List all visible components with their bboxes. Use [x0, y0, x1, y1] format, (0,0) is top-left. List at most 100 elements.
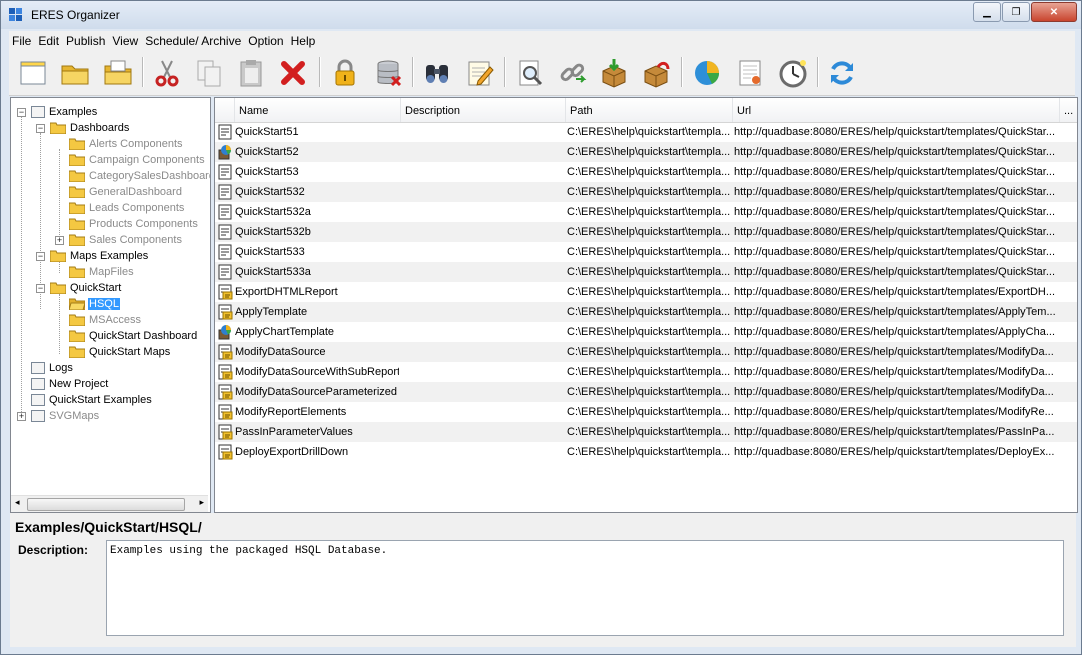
table-row[interactable]: QuickStart52 C:\ERES\help\quickstart\temp…	[215, 142, 1077, 162]
column-header-name[interactable]: Name	[235, 98, 401, 122]
table-row[interactable]: DeployExportDrillDown C:\ERES\help\quicks…	[215, 442, 1077, 462]
tree-item-new-project[interactable]: New Project	[31, 376, 109, 392]
minimize-button[interactable]: ▁	[973, 2, 1001, 22]
table-row[interactable]: QuickStart532b C:\ERES\help\quickstart\te…	[215, 222, 1077, 242]
menu-option[interactable]: Option	[245, 34, 286, 48]
menu-edit[interactable]: Edit	[35, 34, 62, 48]
folder-icon	[69, 266, 85, 278]
import-button[interactable]	[596, 55, 632, 91]
tree-item-svgmaps[interactable]: SVGMaps	[31, 408, 100, 424]
tree-item-category-sales-dashboard[interactable]: CategorySalesDashboard	[69, 168, 210, 184]
table-header: Name Description Path Url ...	[215, 98, 1077, 123]
table-row[interactable]: ModifyDataSourceParameterized C:\ERES\hel…	[215, 382, 1077, 402]
project-tree[interactable]: − Examples − Dashboards Alerts Component…	[10, 97, 211, 513]
table-row[interactable]: ExportDHTMLReport C:\ERES\help\quickstart…	[215, 282, 1077, 302]
tree-item-quickstart-dashboard[interactable]: QuickStart Dashboard	[69, 328, 198, 344]
tree-item-general-dashboard[interactable]: GeneralDashboard	[69, 184, 183, 200]
table-row[interactable]: QuickStart533a C:\ERES\help\quickstart\te…	[215, 262, 1077, 282]
tree-item-quickstart-examples[interactable]: QuickStart Examples	[31, 392, 153, 408]
preview-icon	[519, 60, 543, 86]
table-row[interactable]: ModifyReportElements C:\ERES\help\quickst…	[215, 402, 1077, 422]
menu-file[interactable]: File	[9, 34, 34, 48]
tree-item-alerts-components[interactable]: Alerts Components	[69, 136, 184, 152]
tree-item-quickstart[interactable]: QuickStart	[50, 280, 122, 296]
open-button[interactable]	[57, 55, 93, 91]
tree-horizontal-scrollbar[interactable]: ◂ ▸	[11, 495, 208, 512]
path-cell: C:\ERES\help\quickstart\templa...	[567, 426, 731, 438]
chart-template-icon	[217, 144, 233, 160]
column-header-url[interactable]: Url	[733, 98, 1060, 122]
column-header-path[interactable]: Path	[566, 98, 733, 122]
preview-button[interactable]	[512, 55, 548, 91]
table-row[interactable]: ApplyChartTemplate C:\ERES\help\quickstar…	[215, 322, 1077, 342]
tree-item-label: QuickStart Examples	[49, 394, 152, 406]
menu-help[interactable]: Help	[288, 34, 319, 48]
name-cell: QuickStart53	[235, 166, 299, 178]
table-row[interactable]: QuickStart532 C:\ERES\help\quickstart\tem…	[215, 182, 1077, 202]
tree-item-msaccess[interactable]: MSAccess	[69, 312, 142, 328]
path-cell: C:\ERES\help\quickstart\templa...	[567, 306, 731, 318]
tree-item-hsql[interactable]: HSQL	[69, 296, 120, 312]
name-cell: ExportDHTMLReport	[235, 286, 338, 298]
link-button[interactable]	[554, 55, 590, 91]
menu-view[interactable]: View	[109, 34, 141, 48]
new-project-button[interactable]	[15, 55, 51, 91]
table-row[interactable]: ApplyTemplate C:\ERES\help\quickstart\tem…	[215, 302, 1077, 322]
report-template-icon	[217, 184, 233, 200]
cut-button[interactable]	[149, 55, 185, 91]
table-row[interactable]: ModifyDataSource C:\ERES\help\quickstart\…	[215, 342, 1077, 362]
report-button[interactable]	[732, 55, 768, 91]
scroll-right-icon[interactable]: ▸	[199, 497, 204, 508]
scroll-left-icon[interactable]: ◂	[15, 497, 20, 508]
close-button[interactable]: ✕	[1031, 2, 1077, 22]
tree-item-maps-examples[interactable]: Maps Examples	[50, 248, 149, 264]
scroll-thumb[interactable]	[27, 498, 185, 511]
security-button[interactable]	[327, 55, 363, 91]
path-cell: C:\ERES\help\quickstart\templa...	[567, 146, 731, 158]
find-button[interactable]	[419, 55, 455, 91]
tree-item-quickstart-maps[interactable]: QuickStart Maps	[69, 344, 171, 360]
open-group-button[interactable]	[100, 55, 136, 91]
table-row[interactable]: QuickStart532a C:\ERES\help\quickstart\te…	[215, 202, 1077, 222]
scheduler-button[interactable]	[775, 55, 811, 91]
url-cell: http://quadbase:8080/ERES/help/quickstar…	[734, 406, 1054, 418]
icon-column-header[interactable]	[215, 98, 235, 122]
table-row[interactable]: ModifyDataSourceWithSubReport C:\ERES\hel…	[215, 362, 1077, 382]
tree-item-campaign-components[interactable]: Campaign Components	[69, 152, 206, 168]
collapse-examples-toggle[interactable]: −	[17, 108, 26, 117]
refresh-button[interactable]	[824, 55, 860, 91]
code-template-icon	[217, 424, 233, 440]
collapse-quickstart-toggle[interactable]: −	[36, 284, 45, 293]
column-header-description[interactable]: Description	[401, 98, 566, 122]
title-bar[interactable]: ERES Organizer ▁ ❐ ✕	[1, 1, 1081, 29]
tree-item-map-files[interactable]: MapFiles	[69, 264, 135, 280]
paste-button[interactable]	[233, 55, 269, 91]
menu-publish[interactable]: Publish	[63, 34, 108, 48]
tree-item-dashboards[interactable]: Dashboards	[50, 120, 130, 136]
tree-item-examples[interactable]: Examples	[31, 104, 98, 120]
edit-button[interactable]	[462, 55, 498, 91]
description-field[interactable]: Examples using the packaged HSQL Databas…	[106, 540, 1064, 636]
table-row[interactable]: QuickStart53 C:\ERES\help\quickstart\temp…	[215, 162, 1077, 182]
tree-item-sales-components[interactable]: Sales Components	[69, 232, 183, 248]
delete-button[interactable]	[275, 55, 311, 91]
expand-sales-components-toggle[interactable]: +	[55, 236, 64, 245]
tree-item-logs[interactable]: Logs	[31, 360, 74, 376]
chart-button[interactable]	[689, 55, 725, 91]
table-row[interactable]: PassInParameterValues C:\ERES\help\quicks…	[215, 422, 1077, 442]
collapse-dashboards-toggle[interactable]: −	[36, 124, 45, 133]
maximize-button[interactable]: ❐	[1002, 2, 1030, 22]
column-header-more[interactable]: ...	[1060, 98, 1077, 122]
expand-svgmaps-toggle[interactable]: +	[17, 412, 26, 421]
collapse-maps-examples-toggle[interactable]: −	[36, 252, 45, 261]
export-button[interactable]	[638, 55, 674, 91]
menu-schedule-archive[interactable]: Schedule/ Archive	[142, 34, 244, 48]
copy-button[interactable]	[191, 55, 227, 91]
table-row[interactable]: QuickStart533 C:\ERES\help\quickstart\tem…	[215, 242, 1077, 262]
path-cell: C:\ERES\help\quickstart\templa...	[567, 406, 731, 418]
url-cell: http://quadbase:8080/ERES/help/quickstar…	[734, 286, 1056, 298]
tree-item-leads-components[interactable]: Leads Components	[69, 200, 185, 216]
table-row[interactable]: QuickStart51 C:\ERES\help\quickstart\temp…	[215, 122, 1077, 142]
data-source-button[interactable]	[370, 55, 406, 91]
tree-item-products-components[interactable]: Products Components	[69, 216, 199, 232]
